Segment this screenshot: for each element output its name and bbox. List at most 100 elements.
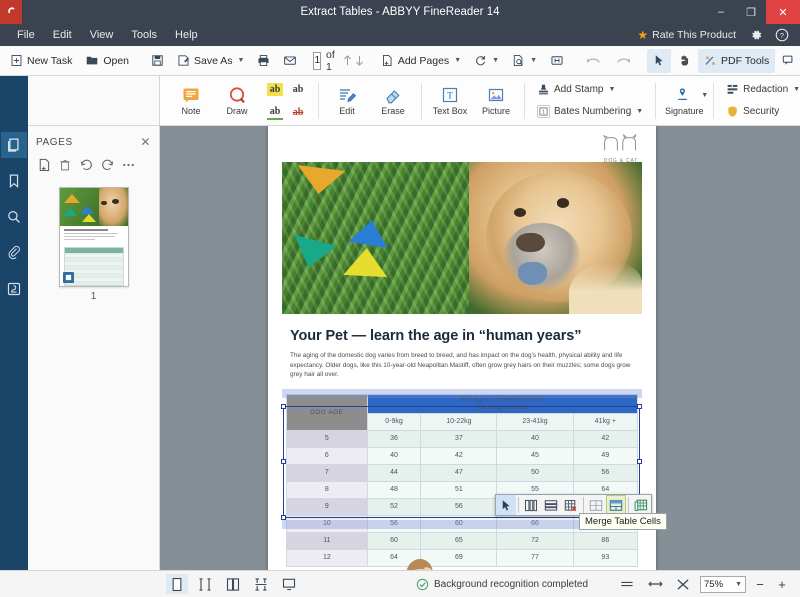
fit-width-icon[interactable] <box>644 574 666 594</box>
save-as-button[interactable]: Save As ▼ <box>171 49 250 73</box>
restore-button[interactable]: ❐ <box>736 0 766 24</box>
svg-text:?: ? <box>780 31 784 40</box>
chevron-down-icon[interactable]: ▼ <box>454 57 461 64</box>
add-stamp-button[interactable]: Add Stamp ▼ <box>534 80 646 100</box>
rail-search-icon[interactable] <box>1 204 27 230</box>
delete-separator-icon[interactable] <box>561 495 581 515</box>
merge-table-rows-icon[interactable] <box>631 495 651 515</box>
comment-text-icon[interactable]: ab <box>290 83 307 96</box>
rail-attachment-icon[interactable] <box>1 240 27 266</box>
fullscreen-icon[interactable] <box>278 574 300 594</box>
envelope-icon <box>283 54 297 67</box>
close-button[interactable]: ✕ <box>766 0 800 24</box>
select-arrow-icon[interactable] <box>496 495 516 515</box>
actual-size-icon[interactable] <box>672 574 694 594</box>
single-page-icon[interactable] <box>166 574 188 594</box>
redo-button[interactable] <box>609 49 637 73</box>
add-horizontal-separator-icon[interactable] <box>541 495 561 515</box>
save-as-label: Save As <box>194 55 233 67</box>
crop-pages-button[interactable] <box>544 49 570 73</box>
add-vertical-separator-icon[interactable] <box>521 495 541 515</box>
rotate-pages-button[interactable]: ▼ <box>468 49 505 73</box>
rail-pages-icon[interactable] <box>1 132 27 158</box>
security-button[interactable]: Security <box>723 102 800 122</box>
print-button[interactable] <box>251 49 276 73</box>
continuous-icon[interactable] <box>250 574 272 594</box>
pet-age-table[interactable]: DOG AGE PET Age in “HUMAN YEARS” Pet wei… <box>286 394 638 567</box>
edit-tool[interactable]: Edit <box>324 77 370 125</box>
chevron-down-icon[interactable]: ▼ <box>608 86 615 93</box>
rate-this-product-button[interactable]: ★ Rate This Product <box>631 28 742 42</box>
search-pages-button[interactable]: ▼ <box>506 49 543 73</box>
delete-page-icon[interactable] <box>57 156 73 174</box>
comments-button[interactable]: 0 <box>776 49 800 73</box>
erase-tool[interactable]: Erase <box>370 77 416 125</box>
window-controls: – ❐ ✕ <box>706 0 800 24</box>
menu-tools[interactable]: Tools <box>122 24 166 46</box>
row-cell: 47 <box>421 464 497 481</box>
close-icon[interactable]: ✕ <box>140 135 151 149</box>
strikethrough-text-icon[interactable]: ab <box>290 106 307 119</box>
note-tool[interactable]: Note <box>168 77 214 125</box>
open-button[interactable]: Open <box>79 49 135 73</box>
rail-bookmark-icon[interactable] <box>1 168 27 194</box>
bates-numbering-button[interactable]: 1 Bates Numbering ▼ <box>534 102 646 122</box>
pdf-tools-button[interactable]: PDF Tools <box>698 49 775 73</box>
facing-pages-icon[interactable] <box>194 574 216 594</box>
chevron-down-icon[interactable]: ▼ <box>701 92 708 99</box>
document-viewer[interactable]: DOG & CAT <box>160 126 800 570</box>
menu-file[interactable]: File <box>8 24 44 46</box>
fit-page-icon[interactable] <box>616 574 638 594</box>
row-cell: 56 <box>421 498 497 515</box>
main-body: PAGES ✕ <box>0 126 800 570</box>
help-icon[interactable]: ? <box>770 24 794 46</box>
stamp-group: Add Stamp ▼ 1 Bates Numbering ▼ <box>530 80 650 122</box>
draw-tool[interactable]: Draw <box>214 77 260 125</box>
new-task-button[interactable]: New Task <box>4 49 78 73</box>
menu-help[interactable]: Help <box>166 24 207 46</box>
zoom-select[interactable]: 75% ▼ <box>700 576 746 593</box>
menu-edit[interactable]: Edit <box>44 24 81 46</box>
draw-icon <box>227 86 247 105</box>
pages-panel-toolbar <box>28 153 159 177</box>
underline-text-icon[interactable]: ab <box>267 105 284 120</box>
page-number-input[interactable]: 1 <box>313 52 321 70</box>
split-table-cells-icon[interactable] <box>586 495 606 515</box>
chevron-down-icon[interactable]: ▼ <box>238 57 245 64</box>
pages-panel: PAGES ✕ <box>28 126 160 570</box>
page-thumbnail-1[interactable] <box>59 187 129 287</box>
add-pages-button[interactable]: Add Pages ▼ <box>375 49 467 73</box>
menu-view[interactable]: View <box>81 24 123 46</box>
zoom-out-button[interactable]: − <box>752 577 768 592</box>
chevron-down-icon[interactable]: ▼ <box>530 57 537 64</box>
hand-tool-button[interactable] <box>672 49 697 73</box>
rotate-right-icon[interactable] <box>99 156 115 174</box>
zoom-in-button[interactable]: + <box>774 577 790 592</box>
previous-page-button[interactable] <box>342 50 353 72</box>
rotate-left-icon[interactable] <box>78 156 94 174</box>
more-icon[interactable] <box>120 156 136 174</box>
chevron-down-icon[interactable]: ▼ <box>492 57 499 64</box>
rail-stamp-icon[interactable] <box>1 276 27 302</box>
signature-tool[interactable]: Signature <box>661 77 707 125</box>
minimize-button[interactable]: – <box>706 0 736 24</box>
highlight-text-icon[interactable]: ab <box>267 83 284 96</box>
redaction-button[interactable]: Redaction ▼ <box>723 80 800 100</box>
picture-tool[interactable]: Picture <box>473 77 519 125</box>
status-bar: Background recognition completed 75% ▼ −… <box>0 570 800 597</box>
save-button[interactable] <box>145 49 170 73</box>
chevron-down-icon[interactable]: ▼ <box>793 86 800 93</box>
next-page-button[interactable] <box>354 50 365 72</box>
dog-right-eye <box>557 198 569 207</box>
email-button[interactable] <box>277 49 303 73</box>
text-box-tool[interactable]: T Text Box <box>427 77 473 125</box>
merge-table-cells-icon[interactable] <box>606 495 626 515</box>
two-page-icon[interactable] <box>222 574 244 594</box>
chevron-down-icon[interactable]: ▼ <box>636 108 643 115</box>
undo-button[interactable] <box>580 49 608 73</box>
chevron-down-icon[interactable]: ▼ <box>735 581 745 588</box>
row-cell: 48 <box>367 481 421 498</box>
add-page-icon[interactable] <box>36 156 52 174</box>
gear-icon[interactable] <box>744 24 768 46</box>
select-tool-button[interactable] <box>647 49 671 73</box>
